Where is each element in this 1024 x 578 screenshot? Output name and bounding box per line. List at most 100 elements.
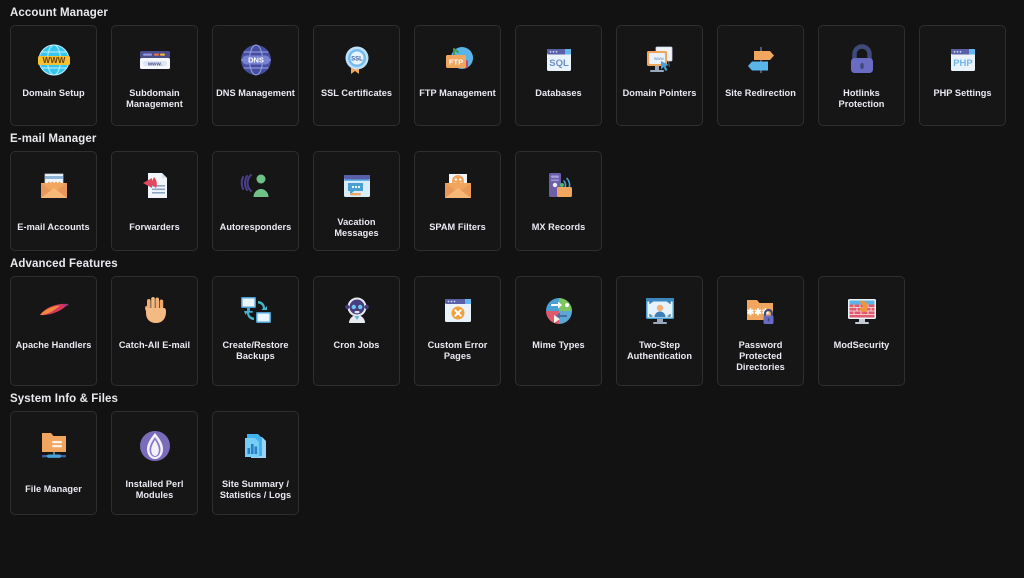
- card-label: Databases: [535, 88, 582, 98]
- chart-documents-icon: [233, 423, 279, 469]
- card-dns-management[interactable]: DNS DNS Management: [212, 25, 299, 126]
- padlock-icon: [839, 37, 885, 83]
- card-label: Hotlinks Protection: [838, 88, 885, 109]
- svg-text:SSL: SSL: [351, 56, 363, 62]
- svg-text:SQL: SQL: [549, 58, 569, 69]
- perl-onion-icon: [132, 423, 178, 469]
- svg-text:www.: www.: [146, 61, 162, 67]
- card-hotlinks-protection[interactable]: Hotlinks Protection: [818, 25, 905, 126]
- pie-arrows-icon: [536, 288, 582, 334]
- card-ftp-management[interactable]: FTP FTP Management: [414, 25, 501, 126]
- open-hand-icon: [132, 288, 178, 334]
- card-grid: E-mail Accounts Forwarders Autoresponder…: [10, 151, 1014, 251]
- person-broadcast-icon: [233, 163, 279, 209]
- browser-error-x-icon: [435, 288, 481, 334]
- svg-text:PHP: PHP: [953, 58, 973, 69]
- section-heading: Account Manager: [10, 7, 108, 19]
- card-label: Autoresponders: [219, 222, 292, 232]
- php-window-icon: PHP: [940, 37, 986, 83]
- card-label: Forwarders: [129, 222, 180, 232]
- section-account-manager: Account Manager WWW Domain Setup www. Su…: [10, 0, 1014, 126]
- monitor-face-scan-icon: [637, 288, 683, 334]
- chat-window-icon: [334, 163, 380, 209]
- section-heading: System Info & Files: [10, 393, 118, 405]
- card-password-protected-directories[interactable]: ✱✱✱ Password Protected Directories: [717, 276, 804, 386]
- monitor-firewall-icon: [839, 288, 885, 334]
- card-installed-perl-modules[interactable]: Installed Perl Modules: [111, 411, 198, 515]
- card-spam-filters[interactable]: SPAM Filters: [414, 151, 501, 251]
- document-forward-arrow-icon: [132, 163, 178, 209]
- card-label: DNS Management: [216, 88, 295, 98]
- apache-feather-icon: [31, 288, 77, 334]
- card-site-redirection[interactable]: Site Redirection: [717, 25, 804, 126]
- card-two-step-authentication[interactable]: Two-Step Authentication: [616, 276, 703, 386]
- card-label: Apache Handlers: [15, 340, 92, 350]
- card-grid: File Manager Installed Perl Modules Site…: [10, 411, 1014, 515]
- card-php-settings[interactable]: PHP PHP Settings: [919, 25, 1006, 126]
- card-apache-handlers[interactable]: Apache Handlers: [10, 276, 97, 386]
- card-vacation-messages[interactable]: Vacation Messages: [313, 151, 400, 251]
- sql-window-icon: SQL: [536, 37, 582, 83]
- folder-asterisk-lock-icon: ✱✱✱: [738, 288, 784, 334]
- card-domain-setup[interactable]: WWW Domain Setup: [10, 25, 97, 126]
- card-email-accounts[interactable]: E-mail Accounts: [10, 151, 97, 251]
- card-grid: WWW Domain Setup www. Subdomain Manageme…: [10, 25, 1014, 126]
- svg-text:www: www: [654, 56, 664, 61]
- card-label: Create/Restore Backups: [222, 340, 289, 361]
- card-label: Vacation Messages: [334, 216, 379, 238]
- card-mx-records[interactable]: MX Records: [515, 151, 602, 251]
- card-label: Domain Pointers: [622, 88, 697, 98]
- card-custom-error-pages[interactable]: Custom Error Pages: [414, 276, 501, 386]
- card-label: Installed Perl Modules: [125, 478, 184, 500]
- card-cron-jobs[interactable]: Cron Jobs: [313, 276, 400, 386]
- card-forwarders[interactable]: Forwarders: [111, 151, 198, 251]
- card-label: Two-Step Authentication: [626, 340, 692, 361]
- control-panel-dashboard: Account Manager WWW Domain Setup www. Su…: [0, 0, 1024, 578]
- svg-text:DNS: DNS: [248, 55, 264, 64]
- envelope-smiley-icon: [435, 163, 481, 209]
- svg-text:WWW: WWW: [42, 56, 65, 65]
- card-label: SPAM Filters: [429, 222, 486, 232]
- card-ssl-certificates[interactable]: SSL SSL Certificates: [313, 25, 400, 126]
- section-advanced-features: Advanced Features Apache Handlers Catch-…: [10, 251, 1014, 386]
- card-domain-pointers[interactable]: www Domain Pointers: [616, 25, 703, 126]
- card-label: Custom Error Pages: [427, 340, 488, 361]
- two-monitors-sync-icon: [233, 288, 279, 334]
- globe-www-icon: WWW: [31, 37, 77, 83]
- ssl-badge-icon: SSL: [334, 37, 380, 83]
- card-label: Password Protected Directories: [736, 340, 785, 372]
- card-label: Domain Setup: [22, 88, 85, 98]
- card-mime-types[interactable]: Mime Types: [515, 276, 602, 386]
- card-label: Site Redirection: [725, 88, 796, 98]
- card-site-summary-statistics-logs[interactable]: Site Summary / Statistics / Logs: [212, 411, 299, 515]
- card-label: Catch-All E-mail: [118, 340, 191, 350]
- card-label: PHP Settings: [933, 88, 992, 98]
- card-file-manager[interactable]: File Manager: [10, 411, 97, 515]
- card-modsecurity[interactable]: ModSecurity: [818, 276, 905, 386]
- section-system-info-files: System Info & Files File Manager Install…: [10, 386, 1014, 515]
- card-label: Mime Types: [532, 340, 585, 350]
- folder-network-icon: [31, 423, 77, 469]
- card-label: E-mail Accounts: [17, 222, 90, 232]
- card-label: Subdomain Management: [126, 88, 183, 109]
- signpost-arrows-icon: [738, 37, 784, 83]
- card-label: ModSecurity: [833, 340, 890, 350]
- monitor-pointer-icon: www: [637, 37, 683, 83]
- card-label: MX Records: [531, 222, 586, 232]
- card-label: Cron Jobs: [333, 340, 380, 350]
- card-subdomain-management[interactable]: www. Subdomain Management: [111, 25, 198, 126]
- card-catch-all-email[interactable]: Catch-All E-mail: [111, 276, 198, 386]
- server-signal-folder-icon: [536, 163, 582, 209]
- robot-icon: [334, 288, 380, 334]
- card-databases[interactable]: SQL Databases: [515, 25, 602, 126]
- card-autoresponders[interactable]: Autoresponders: [212, 151, 299, 251]
- section-email-manager: E-mail Manager E-mail Accounts Forwarder…: [10, 126, 1014, 251]
- ftp-folder-icon: FTP: [435, 37, 481, 83]
- open-envelope-letter-icon: [31, 163, 77, 209]
- card-label: FTP Management: [419, 88, 496, 98]
- browser-window-www-icon: www.: [132, 37, 178, 83]
- card-grid: Apache Handlers Catch-All E-mail Create/…: [10, 276, 1014, 386]
- card-label: Site Summary / Statistics / Logs: [219, 478, 292, 500]
- section-heading: Advanced Features: [10, 258, 118, 270]
- card-create-restore-backups[interactable]: Create/Restore Backups: [212, 276, 299, 386]
